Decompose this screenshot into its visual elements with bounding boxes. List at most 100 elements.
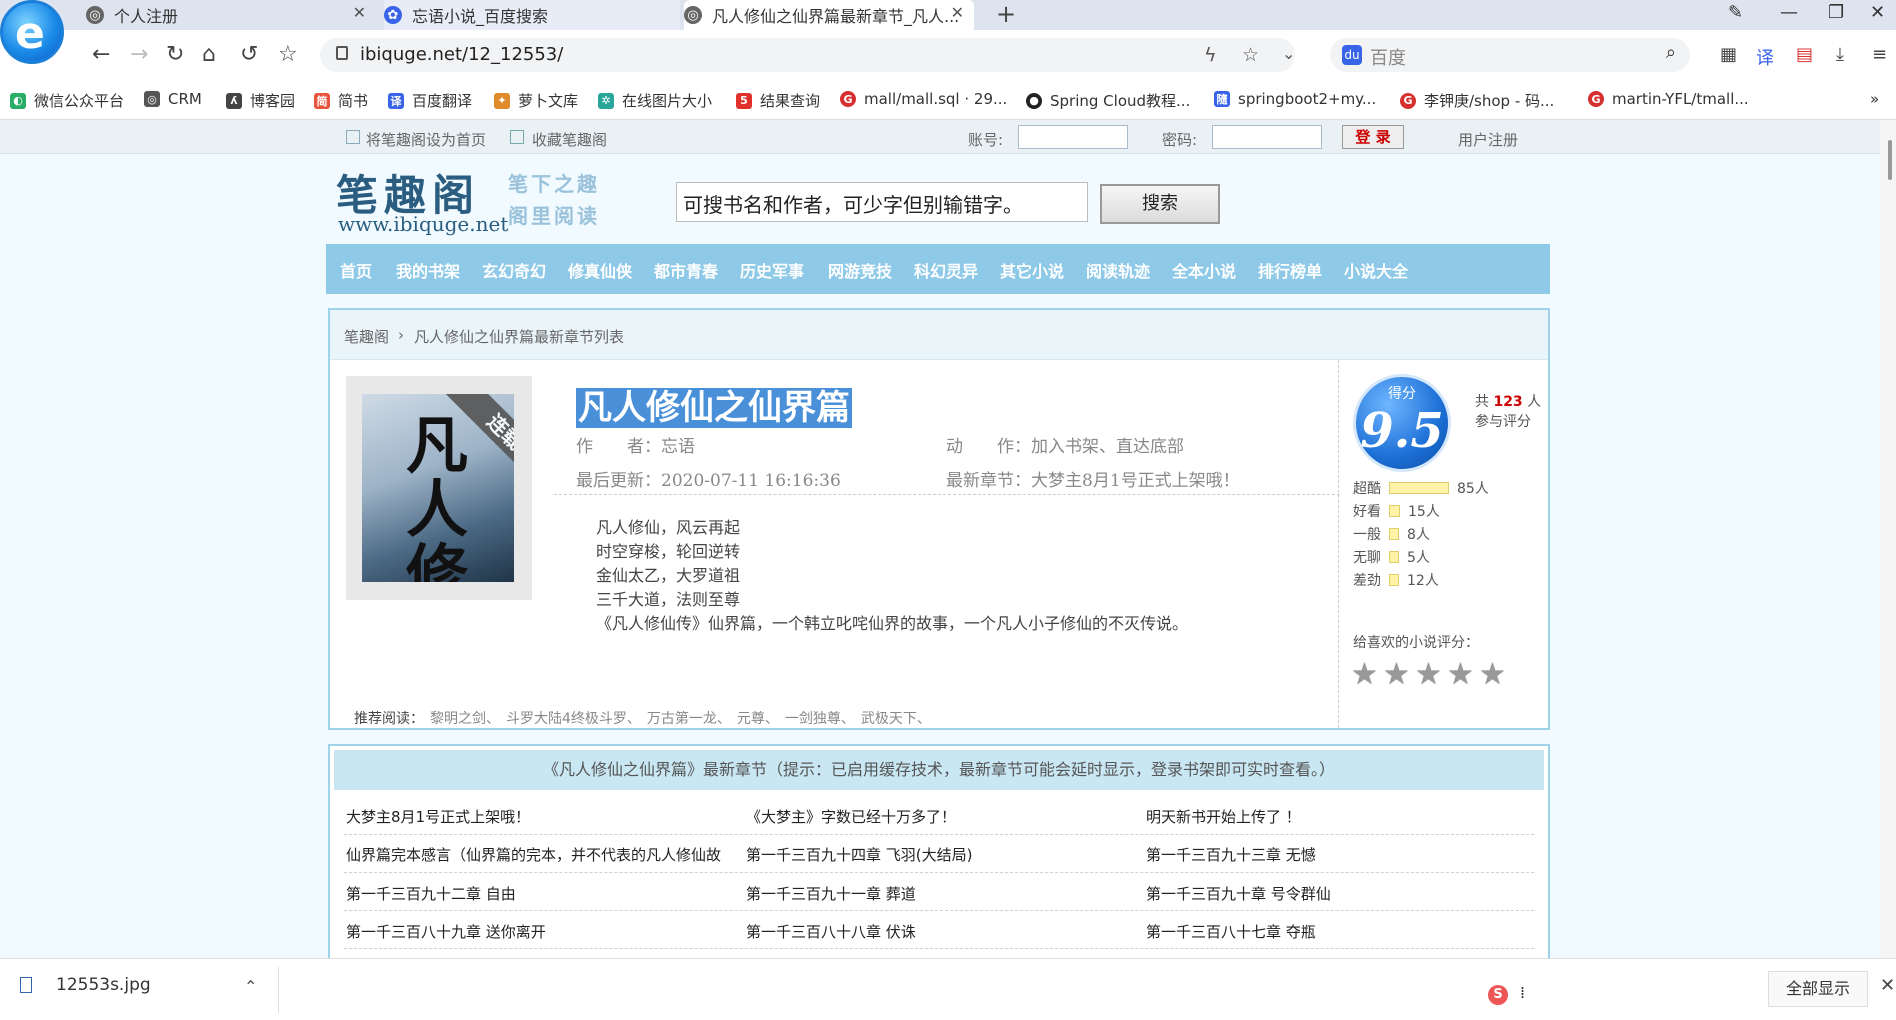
chevron-down-icon[interactable]: ⌄	[1282, 44, 1295, 63]
minimize-button[interactable]: —	[1780, 2, 1798, 23]
site-search-button[interactable]: 搜索	[1100, 184, 1220, 224]
chapter-link[interactable]: 第一千三百八十九章 送你离开	[346, 921, 546, 942]
nav-item[interactable]: 首页	[340, 258, 372, 282]
ime-options-icon[interactable]: ⁞	[1520, 983, 1525, 1002]
bookmark-item[interactable]: ◐ 微信公众平台	[10, 90, 124, 111]
nav-item[interactable]: 阅读轨迹	[1086, 258, 1150, 282]
action-links[interactable]: 加入书架、直达底部	[1031, 437, 1184, 457]
bookmark-item[interactable]: Gmall/mall.sql · 29...	[840, 90, 1007, 108]
nav-item[interactable]: 其它小说	[1000, 258, 1064, 282]
rating-star-icon[interactable]: ★	[1447, 660, 1477, 690]
bookmark-item[interactable]: Gmartin-YFL/tmall...	[1588, 90, 1749, 108]
bookmark-item[interactable]: G 李钾庚/shop - 码...	[1400, 90, 1554, 111]
nav-item[interactable]: 科幻灵异	[914, 258, 978, 282]
page-scrollbar[interactable]	[1880, 120, 1896, 958]
bookmark-item[interactable]: 隨 springboot2+my...	[1214, 90, 1376, 108]
bookmark-item[interactable]: 译百度翻译	[388, 90, 472, 111]
set-home-link[interactable]: 将笔趣阁设为首页	[366, 129, 486, 150]
tab-baidu-search[interactable]: ✿ 忘语小说_百度搜索	[384, 0, 680, 30]
account-input[interactable]	[1018, 125, 1128, 149]
menu-icon[interactable]: ≡	[1872, 44, 1887, 65]
favorite-star-icon[interactable]: ☆	[278, 42, 298, 67]
search-icon[interactable]: ⌕	[1666, 42, 1676, 63]
bookmark-item[interactable]: 5 结果查询	[736, 90, 820, 111]
breadcrumb-home[interactable]: 笔趣阁	[344, 326, 389, 347]
chapter-link[interactable]: 第一千三百九十二章 自由	[346, 883, 516, 904]
lightning-icon[interactable]: ϟ	[1204, 44, 1217, 66]
site-logo[interactable]: 笔趣阁 www.ibiquge.net 笔下之趣 阁里阅读	[336, 162, 626, 240]
sogou-ime-icon[interactable]: S	[1488, 985, 1508, 1005]
show-all-button[interactable]: 全部显示	[1768, 971, 1868, 1007]
nav-item[interactable]: 我的书架	[396, 258, 460, 282]
rating-star-icon[interactable]: ★	[1383, 660, 1413, 690]
recommend-link[interactable]: 元尊、	[737, 711, 779, 727]
tab-close-icon[interactable]: ✕	[951, 3, 964, 22]
undo-icon[interactable]: ↺	[240, 42, 258, 67]
restore-button[interactable]: ❐	[1828, 2, 1844, 23]
bookmark-item[interactable]: ʎ 博客园	[226, 90, 295, 111]
login-button[interactable]: 登 录	[1342, 125, 1404, 149]
chapter-link[interactable]: 第一千三百八十八章 伏诛	[746, 921, 916, 942]
translate-icon[interactable]: 译	[1756, 44, 1774, 70]
reload-icon[interactable]: ↻	[166, 42, 184, 67]
close-window-button[interactable]: ✕	[1870, 2, 1885, 23]
register-link[interactable]: 用户注册	[1458, 129, 1518, 150]
chapter-link[interactable]: 仙界篇完本感言（仙界篇的完本，并不代表的凡人修仙故	[346, 844, 721, 865]
nav-item[interactable]: 全本小说	[1172, 258, 1236, 282]
chapter-link[interactable]: 大梦主8月1号正式上架哦！	[346, 806, 530, 827]
nav-item[interactable]: 玄幻奇幻	[482, 258, 546, 282]
chapter-link[interactable]: 第一千三百九十三章 无憾	[1146, 844, 1316, 865]
bookmark-site-link[interactable]: 收藏笔趣阁	[532, 129, 607, 150]
password-input[interactable]	[1212, 125, 1322, 149]
scrollbar-thumb[interactable]	[1888, 140, 1892, 180]
tab-book-chapters[interactable]: ◎ 凡人修仙之仙界篇最新章节_凡人... ✕	[684, 0, 974, 30]
tab-personal-register[interactable]: ◎ 个人注册 ✕	[86, 0, 376, 30]
chapter-link[interactable]: 《大梦主》字数已经十万多了！	[746, 806, 956, 827]
bookmark-item[interactable]: 简简书	[314, 90, 368, 111]
chevron-up-icon[interactable]: ⌃	[244, 977, 257, 996]
bookmark-item[interactable]: ● Spring Cloud教程...	[1026, 90, 1190, 111]
nav-item[interactable]: 历史军事	[740, 258, 804, 282]
nav-item[interactable]: 网游竞技	[828, 258, 892, 282]
chapter-link[interactable]: 第一千三百九十章 号令群仙	[1146, 883, 1331, 904]
pdf-icon[interactable]: ▤	[1796, 44, 1813, 65]
recommend-link[interactable]: 斗罗大陆4终极斗罗、	[506, 711, 641, 727]
bookmark-item[interactable]: ◎ CRM	[144, 90, 202, 108]
nav-item[interactable]: 修真仙侠	[568, 258, 632, 282]
bookmarks-more-button[interactable]: »	[1870, 90, 1879, 108]
nav-item[interactable]: 都市青春	[654, 258, 718, 282]
address-bar[interactable]: ibiquge.net/12_12553/	[320, 38, 1295, 72]
download-bar-close-icon[interactable]: ✕	[1880, 975, 1895, 996]
rating-star-icon[interactable]: ★	[1415, 660, 1445, 690]
author-link[interactable]: 忘语	[661, 437, 695, 457]
chapter-link[interactable]: 明天新书开始上传了 ！	[1146, 806, 1301, 827]
rating-star-icon[interactable]: ★	[1479, 660, 1509, 690]
browser-logo-icon[interactable]: e	[0, 0, 64, 64]
bookmark-item[interactable]: ✲ 在线图片大小	[598, 90, 712, 111]
chapter-link[interactable]: 第一千三百九十四章 飞羽(大结局)	[746, 844, 972, 865]
recommend-link[interactable]: 一剑独尊、	[785, 711, 855, 727]
book-cover[interactable]: 凡人修仙 连载中	[346, 376, 532, 600]
forward-icon[interactable]: →	[130, 42, 148, 67]
back-icon[interactable]: ←	[92, 42, 110, 67]
bookmark-item[interactable]: ✦ 萝卜文库	[494, 90, 578, 111]
bookmark-star-icon[interactable]: ☆	[1242, 44, 1259, 66]
chapter-link[interactable]: 第一千三百八十七章 夺瓶	[1146, 921, 1316, 942]
browser-search-input[interactable]: du 百度 ⌕	[1330, 38, 1690, 72]
recommend-link[interactable]: 万古第一龙、	[647, 711, 731, 727]
download-item[interactable]: 12553s.jpg	[20, 975, 151, 995]
nav-item[interactable]: 排行榜单	[1258, 258, 1322, 282]
grid-apps-icon[interactable]: ▦	[1720, 44, 1737, 65]
nav-item[interactable]: 小说大全	[1344, 258, 1408, 282]
download-icon[interactable]: ⤓	[1836, 44, 1844, 65]
recommend-link[interactable]: 武极天下、	[861, 711, 931, 727]
rating-star-icon[interactable]: ★	[1351, 660, 1381, 690]
latest-chapter-link[interactable]: 大梦主8月1号正式上架哦！	[1031, 471, 1240, 491]
new-tab-button[interactable]: +	[996, 0, 1016, 28]
recommend-link[interactable]: 黎明之剑、	[430, 711, 500, 727]
tab-close-icon[interactable]: ✕	[353, 3, 366, 22]
chapter-link[interactable]: 第一千三百九十一章 葬道	[746, 883, 916, 904]
site-search-input[interactable]: 可搜书名和作者，可少字但别输错字。	[676, 182, 1088, 222]
home-icon[interactable]: ⌂	[202, 42, 216, 67]
notes-icon[interactable]: ✎	[1728, 2, 1743, 23]
